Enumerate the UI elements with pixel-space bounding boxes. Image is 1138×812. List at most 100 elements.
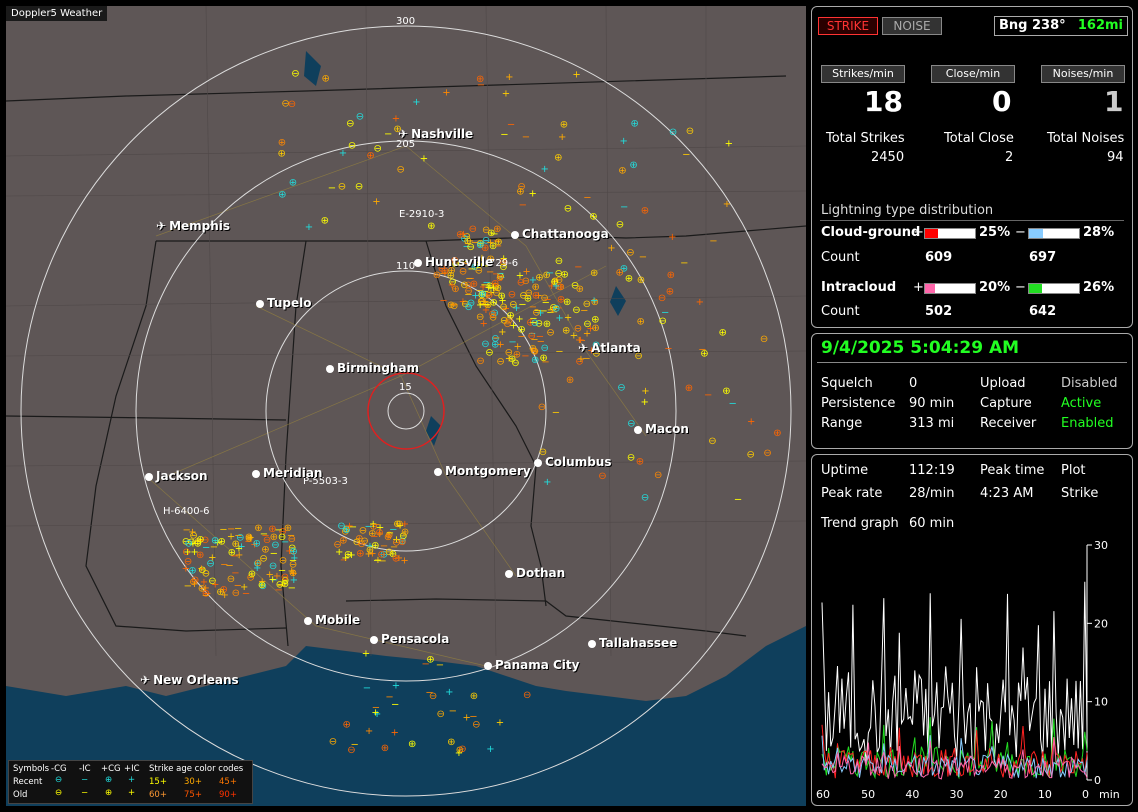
strike-marker: + [448,280,456,291]
plus-sign: + [913,225,924,240]
strike-marker: − [483,278,491,289]
strike-marker: + [208,552,216,563]
strike-marker: + [235,550,243,561]
ic-negative-count: 642 [1029,304,1057,319]
x-tick-label: 60 [816,788,830,801]
close-per-min-value: 0 [992,85,1012,118]
strike-marker: − [552,408,560,419]
city-name: Memphis [169,219,231,233]
y-tick-label: 20 [1094,617,1108,630]
legend-symbols-label: Symbols [13,764,50,774]
strike-marker: ⊖ [538,402,546,413]
strike-marker: ⊖ [467,298,475,309]
strike-marker: ⊕ [591,323,599,334]
strike-marker: ⊖ [356,111,364,122]
strike-marker: ⊖ [450,301,458,312]
legend-col: -CG [51,764,67,774]
strike-marker: + [392,114,400,125]
total-close-label: Total Close [944,131,1014,146]
noises-per-min-value: 1 [1104,85,1124,118]
legend-age-title: Strike age color codes [149,764,244,774]
strike-marker: ⊖ [429,691,437,702]
strike-marker: ⊕ [321,216,329,227]
range-label: 110 [396,261,416,272]
ic-positive-bar [924,283,976,294]
strike-marker: ⊖ [232,588,240,599]
city-label: ✈ Nashville [398,127,473,141]
trend-graph: 302010060 50 40 30 20 10 0 min [816,539,1120,801]
strike-marker: ⊕ [532,291,540,302]
legend-pos-ic-icon: + [128,788,136,798]
strike-marker: − [220,560,228,571]
ic-positive-count: 502 [925,304,953,319]
strike-marker: ⊖ [627,453,635,464]
strike-marker: + [372,197,380,208]
city-dot-icon [434,467,442,476]
strike-marker: − [709,236,717,247]
lightning-map[interactable]: ⊖ − − ⊖ ⊕ − ⊖ ⊕ ⊖ − − ⊖ + ⊖ + ⊕ ⊕ ⊖ − + ⊕ + ⊕ − ⊕ ⊕ + − ⊖ ⊖ ⊕ ⊕ ⊖ ⊖ − − ⊕ ⊖ + −… [6,6,806,806]
city-name: Panama City [495,658,580,672]
peak-time-value: 4:23 AM [980,486,1034,501]
plot-value[interactable]: Strike [1061,486,1098,501]
noise-button[interactable]: NOISE [882,17,942,35]
strike-marker: − [365,521,373,532]
strike-marker: ⊕ [636,456,644,467]
city-label: Chattanooga [511,227,609,241]
city-label: Birmingham [326,361,419,375]
strike-marker: + [505,72,513,83]
strike-marker: + [590,295,598,306]
strike-marker: − [351,739,359,750]
trend-panel: Uptime 112:19 Peak time Plot Peak rate 2… [811,454,1133,806]
strike-marker: ⊖ [346,119,354,130]
capture-label: Capture [980,396,1032,411]
strike-marker: ⊕ [322,73,330,84]
strike-marker: ⊖ [598,471,606,482]
strike-label: E-2910-3 [399,209,445,220]
strike-marker: ⊖ [338,181,346,192]
cg-negative-count: 697 [1029,250,1057,265]
y-tick-label: 30 [1094,539,1108,552]
strike-marker: − [583,193,591,204]
city-label: Tallahassee [588,636,677,650]
strike-marker: − [519,200,527,211]
strike-marker: ⊖ [254,558,262,569]
distribution-title: Lightning type distribution [821,203,994,218]
x-unit-label: min [1099,788,1120,801]
persistence-value: 90 min [909,396,955,411]
strike-marker: − [517,331,525,342]
strike-markers: ⊖−−⊖⊕−⊖⊕⊖−−⊖+⊖+⊕⊕⊖−+⊕+⊕−⊕⊕+−⊖⊖⊕⊕⊖⊖−−⊕⊖+−… [182,68,782,759]
strike-marker: ⊖ [202,568,210,579]
legend-pos-cg-icon: ⊕ [105,775,113,785]
strike-marker: + [577,354,585,365]
peak-rate-value: 28/min [909,486,955,501]
strike-marker: ⊕ [447,737,455,748]
strike-marker: ⊖ [464,286,472,297]
y-tick-label: 0 [1094,774,1101,787]
strike-marker: − [500,130,508,141]
strike-marker: + [696,297,704,308]
strike-button[interactable]: STRIKE [818,17,878,35]
strike-marker: − [449,706,457,717]
strike-marker: ⊕ [590,268,598,279]
strike-marker: ⊖ [546,328,554,339]
strike-marker: ⊖ [476,356,484,367]
cg-negative-bar [1028,228,1080,239]
strike-marker: + [620,136,628,147]
city-dot-icon [256,299,264,308]
strike-marker: − [521,351,529,362]
strike-marker: + [221,590,229,601]
strikes-per-min-header: Strikes/min [821,65,905,83]
strike-marker: ⊕ [685,383,693,394]
strike-marker: + [445,687,453,698]
city-name: Meridian [263,466,323,480]
strike-marker: ⊕ [773,428,781,439]
strike-marker: ⊖ [227,574,235,585]
upload-value: Disabled [1061,376,1118,391]
strike-marker: + [641,386,649,397]
airport-icon: ✈ [578,341,589,355]
strike-marker: − [384,129,392,140]
legend-pos-ic-icon: + [128,775,136,785]
strike-marker: ⊕ [666,287,674,298]
strike-marker: + [496,340,504,351]
strike-marker: + [723,199,731,210]
